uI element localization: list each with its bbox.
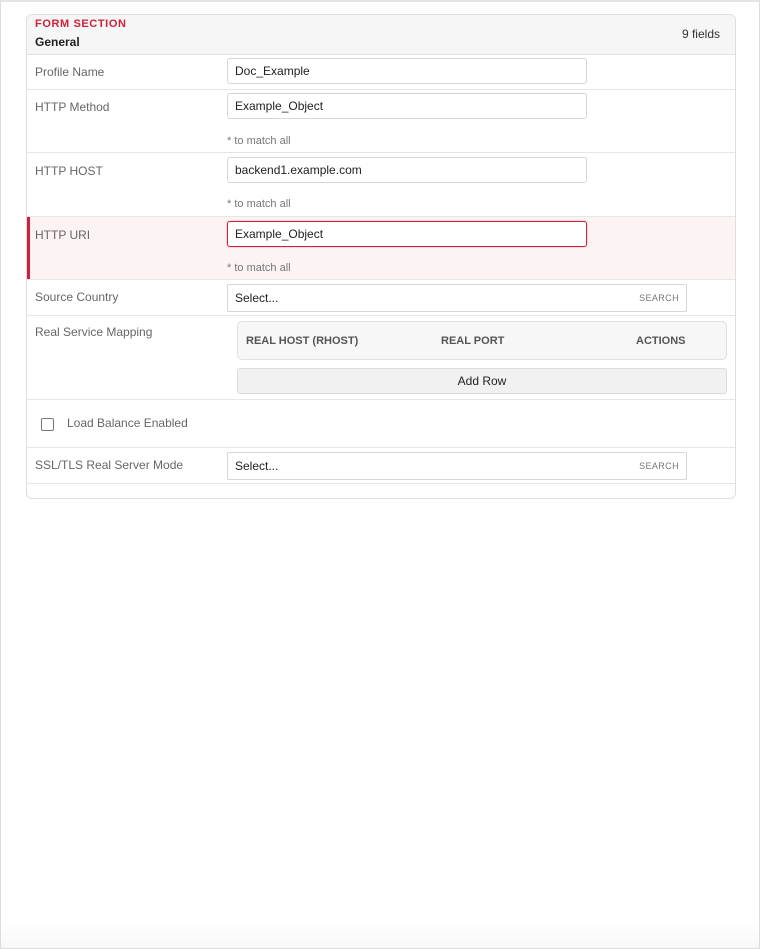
row-source-country: Source Country Select... SEARCH: [27, 280, 735, 316]
column-header-real-host: REAL HOST (RHOST): [246, 335, 359, 347]
source-country-search-button[interactable]: SEARCH: [639, 293, 679, 303]
row-http-host: HTTP HOST * to match all: [27, 153, 735, 217]
source-country-label: Source Country: [35, 290, 119, 304]
section-eyebrow: FORM SECTION: [35, 18, 127, 30]
load-balance-checkbox[interactable]: [41, 418, 54, 431]
load-balance-label: Load Balance Enabled: [67, 416, 188, 430]
row-ssl-mode: SSL/TLS Real Server Mode Select... SEARC…: [27, 448, 735, 484]
section-header: FORM SECTION General 9 fields: [27, 15, 735, 55]
row-http-uri: HTTP URI * to match all: [27, 217, 735, 280]
add-row-button[interactable]: Add Row: [237, 368, 727, 394]
source-country-selected: Select...: [235, 291, 279, 305]
http-uri-input[interactable]: [227, 221, 587, 247]
http-host-hint: * to match all: [227, 198, 291, 210]
row-real-service-mapping: Real Service Mapping REAL HOST (RHOST) R…: [27, 316, 735, 400]
real-service-mapping-label: Real Service Mapping: [35, 325, 153, 339]
ssl-mode-selected: Select...: [235, 459, 279, 473]
row-http-method: HTTP Method * to match all: [27, 90, 735, 153]
source-country-select[interactable]: Select... SEARCH: [227, 284, 687, 312]
http-method-hint: * to match all: [227, 135, 291, 147]
ssl-mode-select[interactable]: Select... SEARCH: [227, 452, 687, 480]
http-uri-label: HTTP URI: [35, 228, 91, 242]
http-host-input[interactable]: [227, 157, 587, 183]
http-method-label: HTTP Method: [35, 100, 110, 114]
column-header-actions: ACTIONS: [636, 335, 686, 347]
form-section-card: FORM SECTION General 9 fields Profile Na…: [26, 14, 736, 499]
field-count: 9 fields: [681, 27, 720, 41]
mapping-table-header: REAL HOST (RHOST) REAL PORT ACTIONS: [237, 321, 727, 360]
page-frame: FORM SECTION General 9 fields Profile Na…: [0, 0, 760, 949]
http-host-label: HTTP HOST: [35, 164, 103, 178]
ssl-mode-search-button[interactable]: SEARCH: [639, 461, 679, 471]
section-title: General: [35, 35, 80, 49]
http-method-input[interactable]: [227, 93, 587, 119]
http-uri-hint: * to match all: [227, 262, 291, 274]
column-header-real-port: REAL PORT: [441, 335, 505, 347]
profile-name-label: Profile Name: [35, 65, 105, 79]
row-profile-name: Profile Name: [27, 55, 735, 90]
profile-name-input[interactable]: [227, 58, 587, 84]
ssl-mode-label: SSL/TLS Real Server Mode: [35, 458, 184, 472]
row-load-balance: Load Balance Enabled: [27, 400, 735, 448]
